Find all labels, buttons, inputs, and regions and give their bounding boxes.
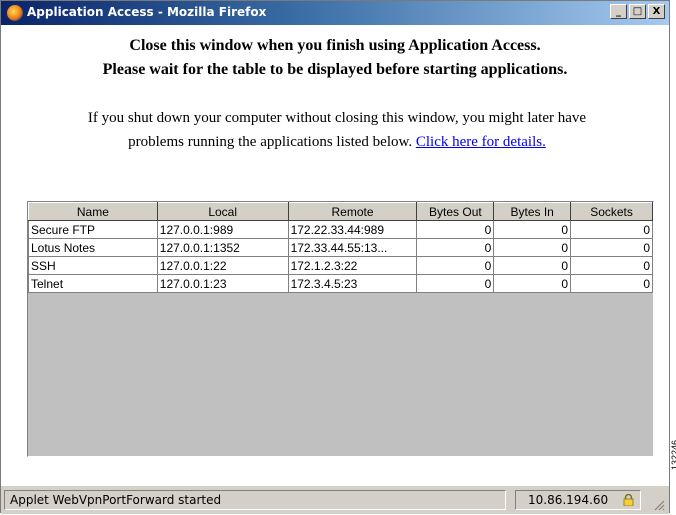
- browser-window: Application Access - Mozilla Firefox _ □…: [0, 0, 670, 514]
- port-forward-table-panel: Name Local Remote Bytes Out Bytes In Soc…: [27, 201, 654, 457]
- column-header-bytes-out[interactable]: Bytes Out: [416, 202, 495, 221]
- column-header-name[interactable]: Name: [28, 202, 158, 221]
- cell-local: 127.0.0.1:989: [156, 220, 289, 239]
- cell-remote: 172.3.4.5:23: [287, 274, 418, 293]
- cell-bytes-out: 0: [416, 238, 495, 257]
- cell-name: Secure FTP: [28, 220, 158, 239]
- column-header-remote[interactable]: Remote: [287, 202, 418, 221]
- cell-bytes-out: 0: [416, 220, 495, 239]
- lock-icon[interactable]: [623, 494, 634, 506]
- table-row[interactable]: Telnet 127.0.0.1:23 172.3.4.5:23 0 0 0: [28, 274, 653, 293]
- resize-grip-icon[interactable]: [653, 499, 665, 511]
- port-forward-table: Name Local Remote Bytes Out Bytes In Soc…: [28, 202, 653, 293]
- status-ip-address: 10.86.194.60: [528, 493, 609, 507]
- cell-remote: 172.22.33.44:989: [287, 220, 418, 239]
- cell-sockets: 0: [570, 238, 653, 257]
- cell-name: Telnet: [28, 274, 158, 293]
- cell-sockets: 0: [570, 274, 653, 293]
- cell-bytes-in: 0: [493, 256, 572, 275]
- cell-remote: 172.33.44.55:13...: [287, 238, 418, 257]
- cell-bytes-out: 0: [416, 274, 495, 293]
- close-button[interactable]: X: [648, 4, 665, 19]
- cell-sockets: 0: [570, 220, 653, 239]
- cell-bytes-in: 0: [493, 220, 572, 239]
- cell-bytes-out: 0: [416, 256, 495, 275]
- cell-sockets: 0: [570, 256, 653, 275]
- cell-local: 127.0.0.1:1352: [156, 238, 289, 257]
- warning-text-line1: If you shut down your computer without c…: [87, 110, 587, 126]
- instruction-heading-2: Please wait for the table to be displaye…: [102, 61, 568, 78]
- column-header-sockets[interactable]: Sockets: [570, 202, 653, 221]
- title-bar[interactable]: Application Access - Mozilla Firefox _ □…: [1, 1, 669, 25]
- column-header-local[interactable]: Local: [156, 202, 289, 221]
- minimize-button[interactable]: _: [610, 4, 627, 19]
- cell-local: 127.0.0.1:22: [156, 256, 289, 275]
- instruction-heading-1: Close this window when you finish using …: [129, 37, 541, 54]
- status-ip-panel: 10.86.194.60: [515, 490, 641, 510]
- window-title: Application Access - Mozilla Firefox: [27, 5, 267, 19]
- cell-remote: 172.1.2.3:22: [287, 256, 418, 275]
- window-controls: _ □ X: [610, 4, 665, 19]
- firefox-icon: [7, 5, 23, 21]
- column-header-bytes-in[interactable]: Bytes In: [493, 202, 572, 221]
- maximize-button[interactable]: □: [629, 4, 646, 19]
- status-bar: Applet WebVpnPortForward started 10.86.1…: [1, 485, 669, 514]
- warning-paragraph: If you shut down your computer without c…: [15, 106, 659, 154]
- cell-name: Lotus Notes: [28, 238, 158, 257]
- cell-local: 127.0.0.1:23: [156, 274, 289, 293]
- table-header-row: Name Local Remote Bytes Out Bytes In Soc…: [28, 202, 653, 221]
- warning-text-line2: problems running the applications listed…: [128, 134, 413, 150]
- table-row[interactable]: SSH 127.0.0.1:22 172.1.2.3:22 0 0 0: [28, 256, 653, 275]
- cell-name: SSH: [28, 256, 158, 275]
- status-message: Applet WebVpnPortForward started: [4, 490, 506, 510]
- cell-bytes-in: 0: [493, 274, 572, 293]
- table-row[interactable]: Secure FTP 127.0.0.1:989 172.22.33.44:98…: [28, 220, 653, 239]
- figure-id-label: 132246: [670, 439, 676, 470]
- cell-bytes-in: 0: [493, 238, 572, 257]
- table-row[interactable]: Lotus Notes 127.0.0.1:1352 172.33.44.55:…: [28, 238, 653, 257]
- details-link[interactable]: Click here for details.: [416, 134, 546, 150]
